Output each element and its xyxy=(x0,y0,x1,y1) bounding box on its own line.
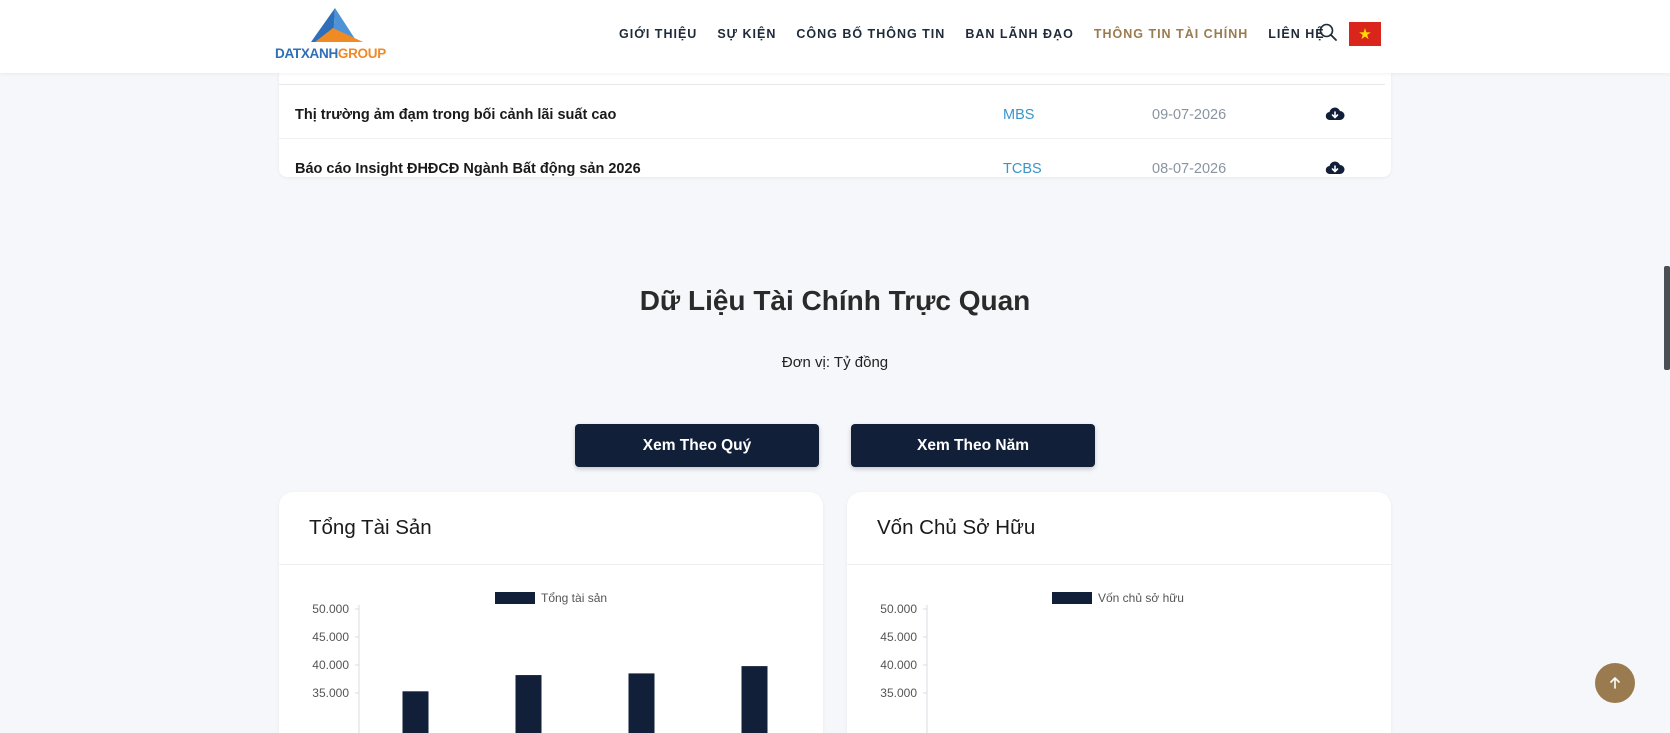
total-assets-chart-card: Tổng Tài Sản Tổng tài sản 50.000 45.000 40.… xyxy=(279,492,823,733)
y-tick-label: 45.000 xyxy=(880,630,917,644)
logo-mark-icon xyxy=(311,8,363,42)
top-navigation: DATXANHGROUP GIỚI THIỆU SỰ KIỆN CÔNG BỐ … xyxy=(0,0,1670,73)
cloud-download-icon[interactable] xyxy=(1325,106,1345,124)
nav-item-thong-tin-tai-chinh[interactable]: THÔNG TIN TÀI CHÍNH xyxy=(1094,27,1248,41)
document-title[interactable]: Báo cáo Insight ĐHĐCĐ Ngành Bất động sản… xyxy=(295,161,641,177)
y-tick-label: 35.000 xyxy=(312,686,349,700)
y-tick-label: 50.000 xyxy=(880,602,917,616)
y-tick-label: 45.000 xyxy=(312,630,349,644)
y-tick-label: 35.000 xyxy=(880,686,917,700)
cloud-download-icon[interactable] xyxy=(1325,160,1345,177)
bar[interactable] xyxy=(741,666,768,733)
total-assets-chart: Tổng tài sản 50.000 45.000 40.000 35.000 xyxy=(312,591,768,733)
chart-title: Vốn Chủ Sở Hữu xyxy=(877,516,1036,539)
search-icon[interactable] xyxy=(1318,22,1338,42)
chart-title: Tổng Tài Sản xyxy=(309,516,432,539)
y-tick-label: 40.000 xyxy=(312,658,349,672)
document-title[interactable]: Thị trường ảm đạm trong bối cảnh lãi suấ… xyxy=(295,107,616,123)
legend-label: Vốn chủ sở hữu xyxy=(1098,591,1184,605)
scrollbar-thumb[interactable] xyxy=(1664,266,1670,370)
table-row: Thị trường ảm đạm trong bối cảnh lãi suấ… xyxy=(279,85,1391,139)
legend-label: Tổng tài sản xyxy=(541,591,607,605)
nav-item-gioi-thieu[interactable]: GIỚI THIỆU xyxy=(619,27,697,41)
legend-swatch xyxy=(495,592,535,604)
legend-swatch xyxy=(1052,592,1092,604)
nav-item-ban-lanh-dao[interactable]: BAN LÃNH ĐẠO xyxy=(965,27,1074,41)
chart-legend: Vốn chủ sở hữu xyxy=(1052,591,1184,605)
nav-item-cong-bo-thong-tin[interactable]: CÔNG BỐ THÔNG TIN xyxy=(796,27,945,41)
equity-chart-card: Vốn Chủ Sở Hữu Vốn chủ sở hữu 50.000 45.00… xyxy=(847,492,1391,733)
document-source: TCBS xyxy=(1003,161,1042,177)
document-date: 08-07-2026 xyxy=(1152,161,1227,177)
bar[interactable] xyxy=(628,673,655,733)
table-row: Báo cáo Insight ĐHĐCĐ Ngành Bất động sản… xyxy=(279,139,1391,177)
document-source: MBS xyxy=(1003,107,1035,123)
nav-item-su-kien[interactable]: SỰ KIỆN xyxy=(717,27,776,41)
logo-text-datxanh: DATXANH xyxy=(275,46,338,61)
y-tick-label: 50.000 xyxy=(312,602,349,616)
equity-chart: Vốn chủ sở hữu 50.000 45.000 40.000 35.000 xyxy=(880,591,1184,733)
section-title: Dữ Liệu Tài Chính Trực Quan xyxy=(639,285,1031,316)
chart-card-header: Vốn Chủ Sở Hữu xyxy=(847,492,1391,565)
logo-wordmark: DATXANHGROUP xyxy=(275,46,386,61)
bar[interactable] xyxy=(402,691,429,733)
chart-card-header: Tổng Tài Sản xyxy=(279,492,823,565)
main-menu: GIỚI THIỆU SỰ KIỆN CÔNG BỐ THÔNG TIN BAN… xyxy=(619,27,1345,41)
company-logo[interactable]: DATXANHGROUP xyxy=(275,8,397,62)
document-table: Thị trường ảm đạm trong bối cảnh lãi suấ… xyxy=(279,72,1391,177)
view-by-quarter-button[interactable]: Xem Theo Quý xyxy=(575,424,819,467)
logo-text-group: GROUP xyxy=(337,46,386,61)
vietnam-flag-icon[interactable]: ★ xyxy=(1349,22,1381,46)
chart-legend: Tổng tài sản xyxy=(495,591,607,605)
nav-item-lien-he[interactable]: LIÊN HỆ xyxy=(1268,27,1324,41)
bar[interactable] xyxy=(515,675,542,733)
y-tick-label: 40.000 xyxy=(880,658,917,672)
document-date: 09-07-2026 xyxy=(1152,107,1227,123)
view-by-year-button[interactable]: Xem Theo Năm xyxy=(851,424,1095,467)
arrow-up-icon[interactable] xyxy=(1595,663,1635,703)
unit-label: Đơn vị: Tỷ đồng xyxy=(781,354,889,371)
